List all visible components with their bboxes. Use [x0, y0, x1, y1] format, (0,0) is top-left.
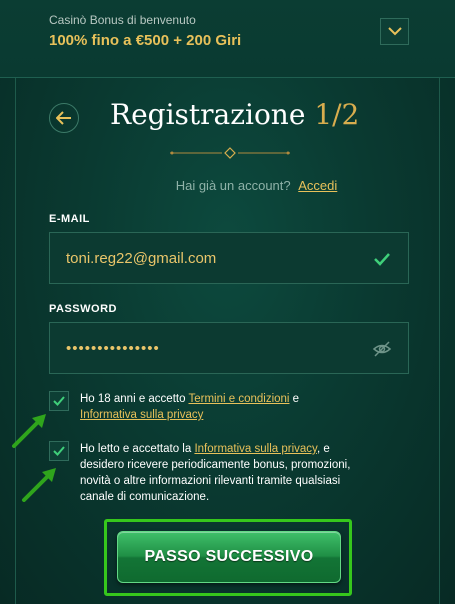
- login-prompt-text: Hai già un account?: [175, 178, 291, 193]
- page-title-text: Registrazione: [110, 98, 306, 131]
- terms-text-start: Ho 18 anni e accetto: [80, 393, 189, 405]
- bonus-title: 100% fino a €500 + 200 Giri: [49, 32, 242, 49]
- step-indicator: 1/2: [314, 98, 360, 131]
- login-prompt: Hai già un account? Accedi: [0, 178, 455, 193]
- ornament-divider: [170, 147, 290, 159]
- bonus-banner[interactable]: Casinò Bonus di benvenuto 100% fino a €5…: [0, 0, 455, 78]
- login-link[interactable]: Accedi: [298, 178, 337, 193]
- right-divider: [439, 78, 440, 604]
- arrow-left-icon: [56, 111, 71, 125]
- check-icon: [53, 396, 65, 406]
- password-field[interactable]: •••••••••••••••: [49, 322, 409, 374]
- email-label: E-MAIL: [49, 213, 90, 225]
- marketing-text-start: Ho letto e accettato la: [80, 443, 195, 455]
- terms-text: Ho 18 anni e accetto Termini e condizion…: [80, 391, 370, 423]
- arrow-icon: [12, 414, 46, 448]
- privacy-link[interactable]: Informativa sulla privacy: [80, 409, 203, 421]
- email-field[interactable]: toni.reg22@gmail.com: [49, 232, 409, 284]
- email-value: toni.reg22@gmail.com: [66, 249, 217, 267]
- marketing-privacy-link[interactable]: Informativa sulla privacy: [194, 443, 317, 455]
- next-step-button[interactable]: PASSO SUCCESSIVO: [117, 531, 341, 583]
- marketing-checkbox[interactable]: [49, 441, 69, 461]
- bonus-caption: Casinò Bonus di benvenuto: [49, 13, 196, 27]
- terms-text-middle: e: [289, 393, 300, 405]
- marketing-text: Ho letto e accettato la Informativa sull…: [80, 441, 370, 505]
- eye-off-icon[interactable]: [372, 339, 392, 359]
- terms-checkbox[interactable]: [49, 391, 69, 411]
- password-label: PASSWORD: [49, 303, 117, 315]
- page-title: Registrazione 1/2: [110, 98, 359, 131]
- bonus-toggle-button[interactable]: [380, 18, 409, 45]
- check-icon: [374, 253, 390, 266]
- check-icon: [53, 446, 65, 456]
- arrow-icon: [22, 468, 56, 502]
- left-divider: [15, 78, 16, 604]
- back-button[interactable]: [49, 103, 79, 133]
- terms-link[interactable]: Termini e condizioni: [188, 393, 289, 405]
- chevron-down-icon: [387, 27, 402, 36]
- password-value: •••••••••••••••: [66, 339, 160, 357]
